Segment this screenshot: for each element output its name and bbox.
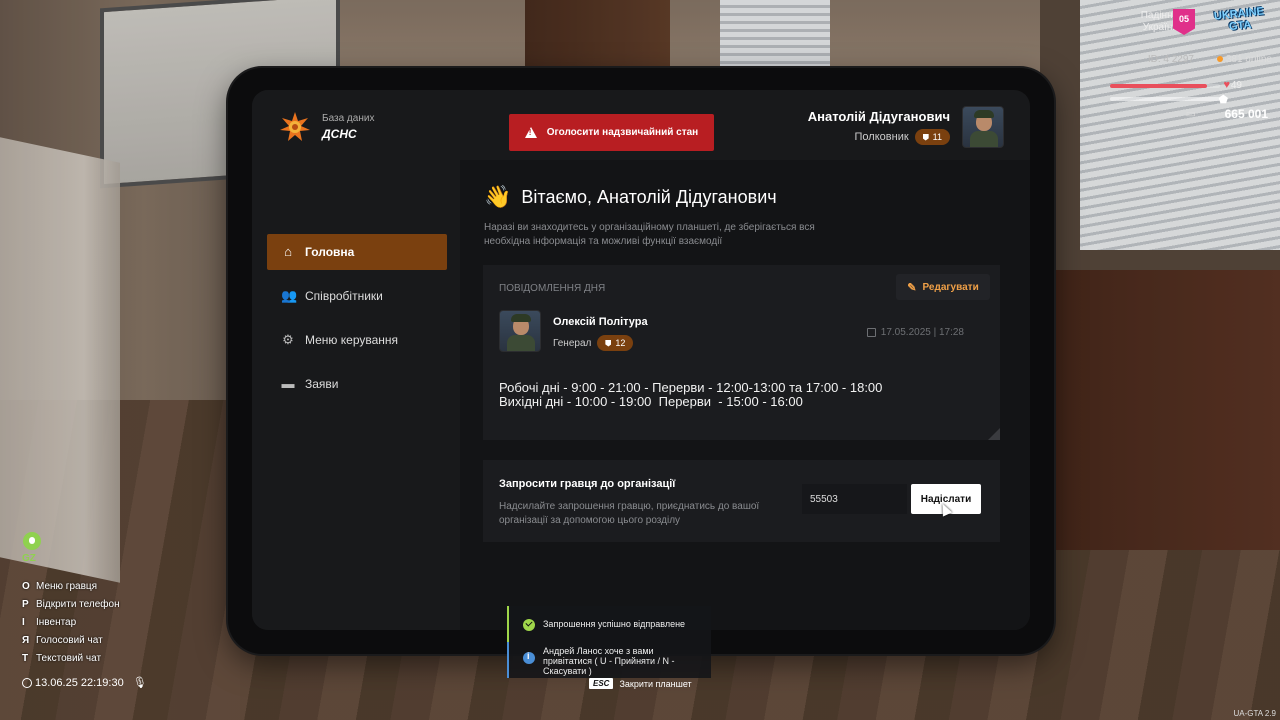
pencil-icon: ✎ <box>907 281 917 294</box>
sidebar-nav: ⌂ Головна 👥 Співробітники ⚙ Меню керуван… <box>267 234 447 410</box>
sidebar-item-management[interactable]: ⚙ Меню керування <box>267 322 447 358</box>
online-dot-icon <box>1216 56 1223 62</box>
zone-label: GZ <box>22 553 36 564</box>
invite-player-card: Запросити гравця до організації Надсилай… <box>483 460 1000 542</box>
dsns-emblem-icon <box>280 112 310 142</box>
calendar-icon <box>866 328 876 337</box>
message-date: 17.05.2025 | 17:28 <box>866 327 964 338</box>
player-id: ID: 4 2297 <box>1147 54 1194 65</box>
home-icon: ⌂ <box>284 244 292 259</box>
keybind-row: Я Голосовий чат <box>22 635 103 646</box>
users-icon: 👥 <box>281 288 298 303</box>
author-avatar <box>499 310 541 352</box>
player-id-input[interactable] <box>802 484 907 514</box>
brand-title: ДСНС <box>322 127 357 141</box>
sidebar-item-home[interactable]: ⌂ Головна <box>267 234 447 270</box>
check-circle-icon <box>523 618 535 631</box>
health-bar <box>1110 84 1220 88</box>
message-of-day-card: Повідомлення дня ✎ Редагувати Олексій По… <box>483 265 1000 440</box>
heart-icon: ♥ <box>1223 79 1230 91</box>
invite-title: Запросити гравця до організації <box>499 478 676 490</box>
level-badge: 11 <box>914 129 950 145</box>
intro-text: Наразі ви знаходитесь у організаційному … <box>484 222 815 247</box>
welcome-heading: 👋 Вітаємо, Анатолій Дідуганович <box>484 184 777 209</box>
shield-icon <box>922 133 929 141</box>
armor-bar <box>1110 97 1220 101</box>
hud-top-right: Падіння України 05 UKRAINE GTA ID: 4 229… <box>1080 0 1280 130</box>
shield-icon: ⬟ <box>1218 94 1228 106</box>
notification-success: Запрошення успішно відправлене <box>507 606 711 642</box>
microphone-icon: 🎙 <box>132 677 147 689</box>
keybinds-list: O Меню гравця P Відкрити телефон I Інвентар… <box>22 578 182 668</box>
avatar <box>962 106 1004 148</box>
message-author: Олексій Політура Генерал 12 <box>499 310 648 352</box>
notification-info: Андрей Ланос хоче з вами привітатися ( U… <box>507 642 711 678</box>
message-text: Робочі дні - 9:00 - 21:00 - Перерви - 12… <box>499 380 883 409</box>
brand-subtitle: База даних <box>322 113 375 124</box>
online-count: 381 online <box>1216 54 1272 65</box>
shield-icon <box>605 339 612 347</box>
keybind-row: P Відкрити телефон <box>22 599 120 610</box>
datetime: 13.06.25 22:19:30 🎙 <box>22 676 182 689</box>
edit-button[interactable]: ✎ Редагувати <box>896 274 990 300</box>
game-version: UA-GTA 2.9 <box>1233 709 1276 718</box>
waving-hand-icon: 👋 <box>484 184 512 209</box>
keybind-row: I Інвентар <box>22 617 77 628</box>
esc-key: ESC <box>589 678 614 689</box>
tablet-frame: База даних ДСНС ⌂ Головна 👥 Співробітник… <box>228 68 1054 654</box>
sidebar-item-applications[interactable]: ▬ Заяви <box>267 366 447 402</box>
info-icon <box>523 651 535 664</box>
author-name: Олексій Політура <box>553 316 648 328</box>
declare-emergency-button[interactable]: Оголосити надзвичайний стан <box>509 114 714 151</box>
resize-handle-icon[interactable] <box>988 428 1000 440</box>
user-rank: Полковник <box>854 131 909 143</box>
brand: База даних ДСНС <box>280 112 374 142</box>
health-value: 49 <box>1230 80 1242 91</box>
author-rank: Генерал <box>553 337 592 349</box>
user-name: Анатолій Дідуганович <box>807 109 950 124</box>
clock-icon <box>22 677 32 688</box>
warning-icon <box>524 127 537 138</box>
folder-icon: ▬ <box>281 376 295 391</box>
keybind-row: T Текстовий чат <box>22 653 102 664</box>
user-profile: Анатолій Дідуганович Полковник 11 <box>808 106 1004 148</box>
keybind-row: O Меню гравця <box>22 581 98 592</box>
gear-icon: ⚙ <box>282 332 294 347</box>
level-badge: 12 <box>597 335 634 351</box>
game-logo: UKRAINE GTA <box>1213 5 1265 34</box>
tablet-screen: База даних ДСНС ⌂ Головна 👥 Співробітник… <box>252 90 1030 630</box>
wallet-icon: ▭ <box>1185 108 1196 120</box>
hud-bottom-left: GZ O Меню гравця P Відкрити телефон I Інвен… <box>22 532 182 689</box>
invite-description: Надсилайте запрошення гравцю, приєднатис… <box>499 501 760 526</box>
sidebar-item-employees[interactable]: 👥 Співробітники <box>267 278 447 314</box>
money-value: 665 001 <box>1224 107 1268 121</box>
message-of-day-heading: Повідомлення дня <box>499 283 606 294</box>
close-tablet-hint: ESC Закрити планшет <box>589 678 692 689</box>
server-name: Падіння України <box>1140 10 1178 33</box>
green-zone-icon <box>23 532 41 550</box>
